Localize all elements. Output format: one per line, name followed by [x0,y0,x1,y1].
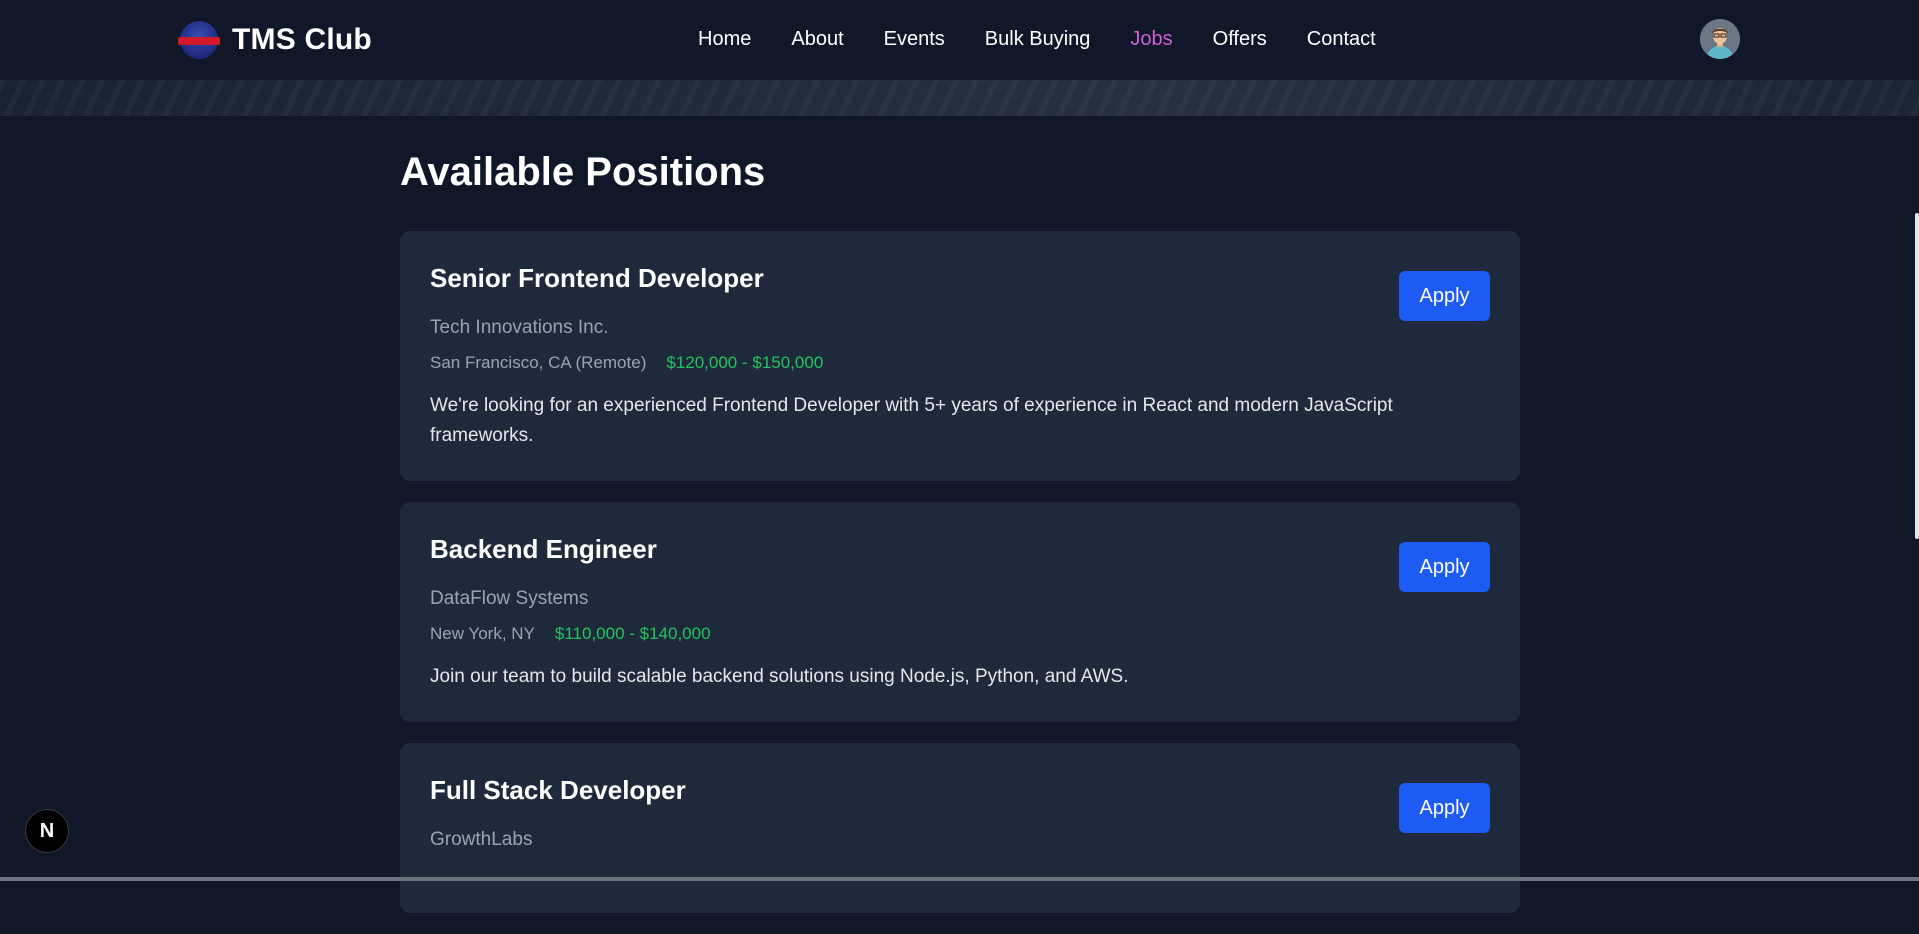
apply-button[interactable]: Apply [1399,271,1490,321]
bottom-divider [0,877,1919,881]
apply-button[interactable]: Apply [1399,542,1490,592]
job-title: Backend Engineer [430,534,657,564]
job-company: GrowthLabs [430,829,533,850]
job-description: Join our team to build scalable backend … [430,666,1129,687]
job-title: Senior Frontend Developer [430,263,764,293]
navbar: TMS Club Home About Events Bulk Buying J… [0,0,1919,80]
nav-jobs[interactable]: Jobs [1130,28,1172,51]
nav-events[interactable]: Events [884,28,945,51]
job-company: DataFlow Systems [430,588,589,609]
nav-offers[interactable]: Offers [1213,28,1267,51]
nav-about[interactable]: About [791,28,843,51]
club-logo-icon [178,21,220,59]
job-meta: New York, NY $110,000 - $140,000 [430,624,1490,644]
hero-banner-strip [0,80,1919,116]
nextjs-icon[interactable]: N [25,809,69,853]
job-location: San Francisco, CA (Remote) [430,353,647,372]
user-avatar-icon[interactable] [1700,19,1740,59]
jobs-section: Available Positions Senior Frontend Deve… [400,116,1520,934]
nav-contact[interactable]: Contact [1307,28,1376,51]
job-card: Backend Engineer DataFlow Systems New Yo… [400,502,1520,722]
job-description: We're looking for an experienced Fronten… [430,395,1393,446]
apply-button[interactable]: Apply [1399,783,1490,833]
page-title: Available Positions [400,150,766,194]
job-salary: $120,000 - $150,000 [666,353,824,372]
job-title: Full Stack Developer [430,775,686,805]
main-nav: Home About Events Bulk Buying Jobs Offer… [698,28,1376,51]
job-card: Full Stack Developer GrowthLabs Apply [400,743,1520,913]
job-location: New York, NY [430,624,535,643]
nav-home[interactable]: Home [698,28,751,51]
page-scrollbar[interactable] [1915,213,1919,539]
nav-bulk-buying[interactable]: Bulk Buying [985,28,1091,51]
brand-name: TMS Club [232,23,372,56]
job-company: Tech Innovations Inc. [430,317,609,338]
job-salary: $110,000 - $140,000 [554,624,711,643]
brand-logo[interactable]: TMS Club [178,20,372,60]
job-card: Senior Frontend Developer Tech Innovatio… [400,231,1520,481]
job-meta: San Francisco, CA (Remote) $120,000 - $1… [430,353,1490,373]
